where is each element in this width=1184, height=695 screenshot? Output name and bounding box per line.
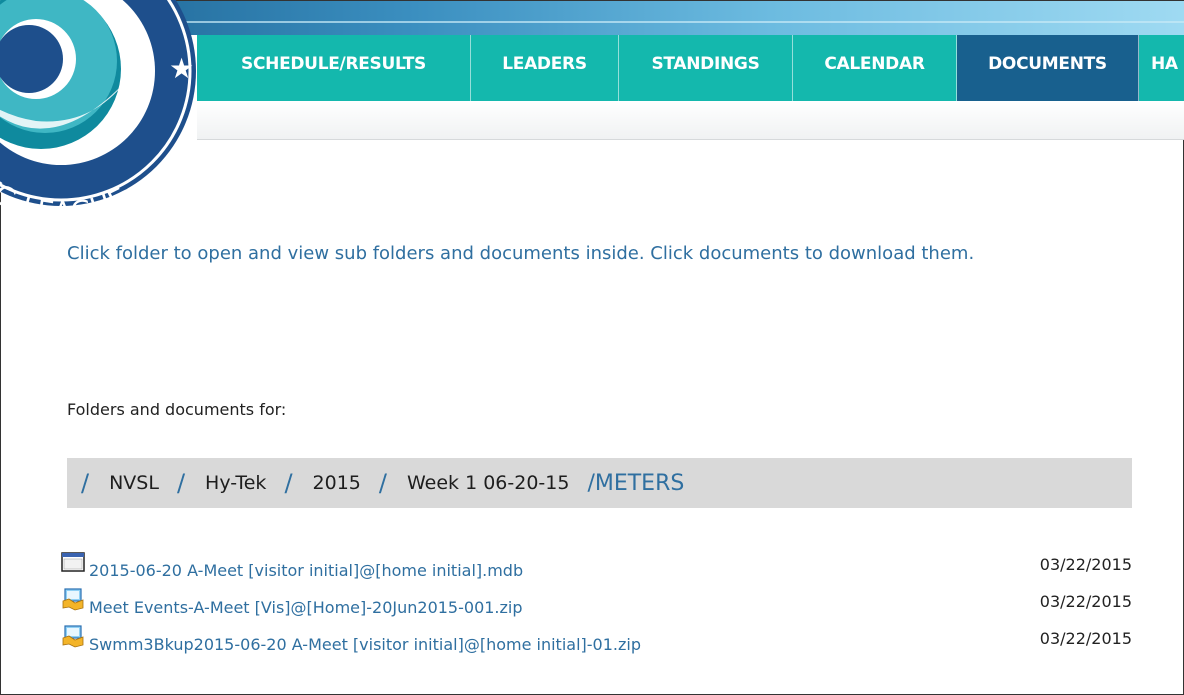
document-link[interactable]: 2015-06-20 A-Meet [visitor initial]@[hom… <box>89 561 523 580</box>
league-logo[interactable]: ★ VG LEAGUE <box>0 0 211 231</box>
nav-documents[interactable]: DOCUMENTS <box>957 35 1139 101</box>
nav-schedule-results[interactable]: SCHEDULE/RESULTS <box>197 35 471 101</box>
breadcrumb-week-1[interactable]: Week 1 06-20-15 <box>407 472 569 494</box>
list-item: Swmm3Bkup2015-06-20 A-Meet [visitor init… <box>61 621 1136 658</box>
document-date: 03/22/2015 <box>1039 592 1132 611</box>
breadcrumb-nvsl[interactable]: NVSL <box>109 472 159 494</box>
breadcrumb-separator: / <box>378 469 387 497</box>
breadcrumb-separator: / <box>176 469 186 497</box>
logo-star: ★ <box>169 52 194 85</box>
nav-ha-truncated[interactable]: HA <box>1139 35 1184 101</box>
document-link[interactable]: Meet Events-A-Meet [Vis]@[Home]-20Jun201… <box>89 598 523 617</box>
breadcrumb-separator: / <box>284 469 293 497</box>
zip-archive-icon[interactable] <box>61 624 85 648</box>
database-window-icon[interactable] <box>61 550 85 574</box>
nav-subbar <box>197 101 1184 140</box>
document-link[interactable]: Swmm3Bkup2015-06-20 A-Meet [visitor init… <box>89 635 641 654</box>
instructions-text: Click folder to open and view sub folder… <box>67 243 975 264</box>
nav-leaders[interactable]: LEADERS <box>471 35 619 101</box>
breadcrumb-2015[interactable]: 2015 <box>313 472 361 494</box>
list-item: 2015-06-20 A-Meet [visitor initial]@[hom… <box>61 547 1136 584</box>
document-date: 03/22/2015 <box>1039 555 1132 574</box>
document-list: 2015-06-20 A-Meet [visitor initial]@[hom… <box>61 547 1136 658</box>
folder-breadcrumb: / NVSL / Hy-Tek / 2015 / Week 1 06-20-15… <box>67 458 1132 508</box>
nav-standings[interactable]: STANDINGS <box>619 35 793 101</box>
list-item: Meet Events-A-Meet [Vis]@[Home]-20Jun201… <box>61 584 1136 621</box>
nav-calendar[interactable]: CALENDAR <box>793 35 957 101</box>
breadcrumb-current-folder: /METERS <box>587 470 685 496</box>
breadcrumb-separator: / <box>81 469 90 497</box>
breadcrumb-hy-tek[interactable]: Hy-Tek <box>205 472 266 494</box>
folders-label: Folders and documents for: <box>67 400 287 419</box>
document-date: 03/22/2015 <box>1039 629 1132 648</box>
zip-archive-icon[interactable] <box>61 587 85 611</box>
main-nav: SCHEDULE/RESULTS LEADERS STANDINGS CALEN… <box>197 35 1184 101</box>
